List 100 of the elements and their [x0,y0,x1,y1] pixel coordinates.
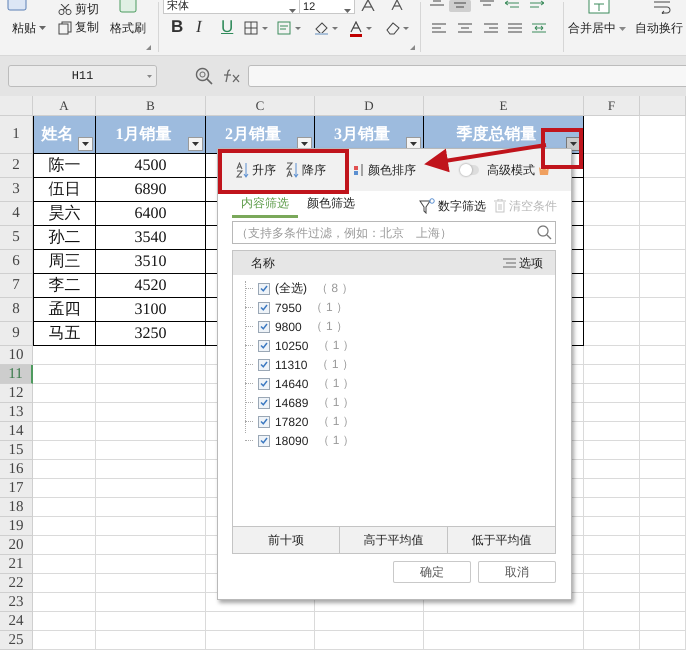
align-center-icon[interactable] [458,22,472,34]
row-header[interactable]: 24 [0,612,33,631]
empty-cell[interactable] [96,574,206,593]
checkbox[interactable] [258,378,270,390]
empty-cell[interactable] [96,612,206,631]
empty-cell[interactable] [640,250,686,274]
quick-filter-button[interactable]: 高于平均值 [340,527,448,553]
empty-cell[interactable] [640,517,686,536]
empty-cell[interactable] [584,517,640,536]
column-header[interactable]: B [96,96,206,116]
row-header[interactable]: 3 [0,178,33,202]
row-header[interactable]: 12 [0,384,33,403]
number-filter-button[interactable]: 数字筛选 [419,198,486,214]
empty-cell[interactable] [315,631,424,650]
empty-cell[interactable] [584,536,640,555]
checkbox[interactable] [258,396,270,408]
empty-cell[interactable] [96,460,206,479]
sort-descending-button[interactable]: 降序 [283,160,329,180]
empty-cell[interactable] [96,479,206,498]
font-name-field[interactable]: 宋体 [163,0,300,14]
empty-cell[interactable] [640,403,686,422]
row-header[interactable]: 10 [0,346,33,365]
fill-color-icon[interactable] [314,20,340,36]
row-header[interactable]: 15 [0,441,33,460]
sort-ascending-button[interactable]: 升序 [233,160,279,180]
toggle-switch[interactable] [461,165,479,175]
checkbox[interactable] [258,282,270,294]
empty-cell[interactable] [640,178,686,202]
empty-cell[interactable] [640,460,686,479]
filter-list-item[interactable]: 14640 （ 1 ） [245,374,555,393]
select-all-corner[interactable] [0,96,33,116]
filter-list-item[interactable]: 7950 （ 1 ） [245,298,555,317]
expand-corner-icon[interactable] [146,45,151,50]
italic-button[interactable]: I [191,17,207,37]
empty-cell[interactable] [640,612,686,631]
cut-button[interactable]: 剪切 [56,0,101,19]
empty-cell[interactable] [584,479,640,498]
empty-cell[interactable] [640,536,686,555]
align-middle-button[interactable] [449,0,471,12]
row-header[interactable]: 17 [0,479,33,498]
zoom-icon[interactable] [195,67,213,85]
empty-cell[interactable] [640,384,686,403]
cancel-button[interactable]: 取消 [478,561,556,583]
empty-cell[interactable] [584,574,640,593]
bold-button[interactable]: B [166,17,188,37]
empty-cell[interactable] [584,322,640,346]
filter-list-item[interactable]: 10250 （ 1 ） [245,336,555,355]
row-header[interactable]: 14 [0,422,33,441]
row-header[interactable]: 1 [0,116,33,154]
empty-cell[interactable] [584,274,640,298]
column-header[interactable]: F [584,96,640,116]
search-field[interactable]: （支持多条件过滤，例如：北京 上海） [232,221,556,244]
empty-cell[interactable] [584,226,640,250]
row-header[interactable]: 16 [0,460,33,479]
row-header[interactable]: 9 [0,322,33,346]
empty-cell[interactable] [96,365,206,384]
filter-tab[interactable]: 颜色筛选 [298,194,364,218]
increase-indent-icon[interactable] [530,0,544,9]
justify-icon[interactable] [508,22,522,34]
row-header[interactable]: 20 [0,536,33,555]
copy-button[interactable]: 复制 [56,18,101,37]
column-header[interactable]: D [315,96,424,116]
empty-cell[interactable] [584,612,640,631]
empty-cell[interactable] [640,479,686,498]
empty-cell[interactable] [584,631,640,650]
align-right-icon[interactable] [484,22,498,34]
filter-dropdown-button[interactable] [188,137,203,151]
row-header[interactable]: 6 [0,250,33,274]
underline-button[interactable]: U [216,17,238,37]
filter-list-item[interactable]: 9800 （ 1 ） [245,317,555,336]
empty-cell[interactable] [640,226,686,250]
row-header[interactable]: 23 [0,593,33,612]
empty-cell[interactable] [584,384,640,403]
wrap-text-button[interactable]: 自动换行 [633,19,685,38]
merge-cells-icon[interactable] [588,0,610,14]
filter-dropdown-button[interactable] [78,137,93,151]
checkbox[interactable] [258,340,270,352]
grow-font-icon[interactable] [361,0,375,11]
row-header[interactable]: 19 [0,517,33,536]
empty-cell[interactable] [206,631,315,650]
column-header[interactable]: A [33,96,96,116]
empty-cell[interactable] [584,250,640,274]
filter-list-item[interactable]: 11310 （ 1 ） [245,355,555,374]
column-header[interactable]: E [424,96,584,116]
paste-button[interactable]: 粘贴 [10,19,48,38]
row-header[interactable]: 18 [0,498,33,517]
filter-list-item[interactable]: (全选) （ 8 ） [245,279,555,298]
empty-cell[interactable] [584,154,640,178]
empty-cell[interactable] [640,555,686,574]
empty-cell[interactable] [96,346,206,365]
checkbox[interactable] [258,358,270,370]
empty-cell[interactable] [424,631,584,650]
empty-cell[interactable] [640,574,686,593]
distribute-icon[interactable] [531,22,547,34]
empty-cell[interactable] [640,422,686,441]
conditional-format-icon[interactable] [277,21,303,35]
empty-cell[interactable] [96,593,206,612]
empty-cell[interactable] [640,154,686,178]
format-painter-button[interactable]: 格式刷 [108,19,148,38]
column-header[interactable]: C [206,96,315,116]
